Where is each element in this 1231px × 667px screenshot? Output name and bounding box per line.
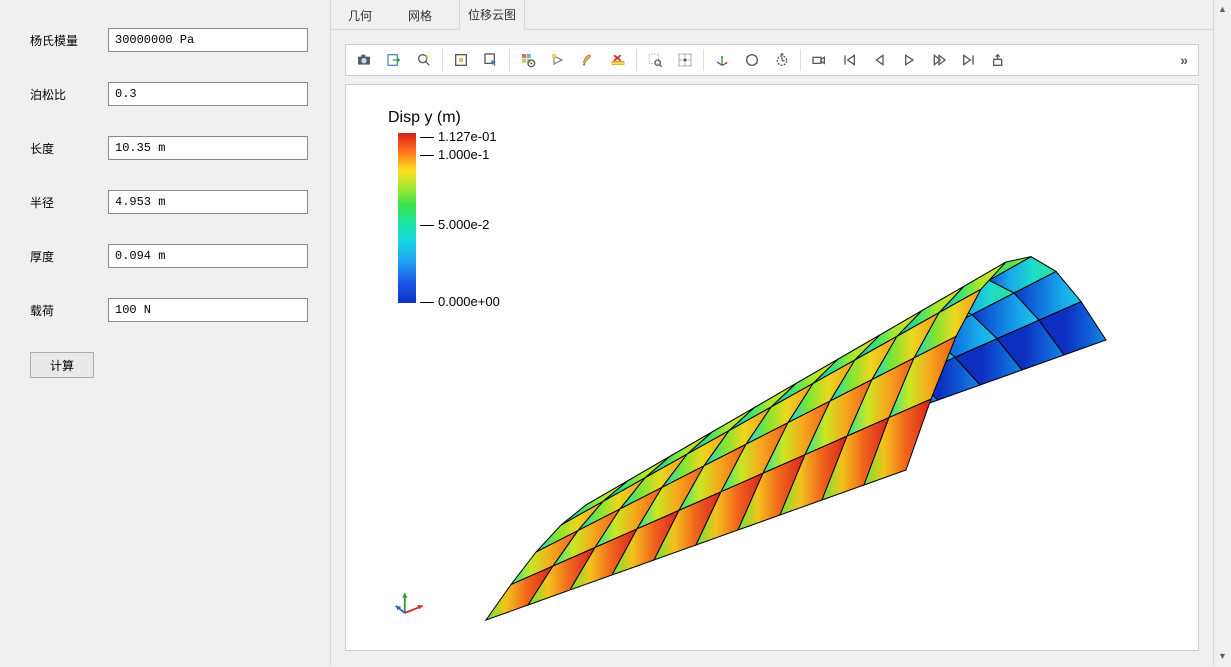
label-load: 载荷 (30, 302, 108, 319)
toolbar-wrap: » (331, 30, 1213, 76)
input-load[interactable] (108, 298, 308, 322)
separator (636, 49, 637, 71)
separator (800, 49, 801, 71)
input-poisson-ratio[interactable] (108, 82, 308, 106)
input-radius[interactable] (108, 190, 308, 214)
tab-bar: 几何 网格 位移云图 (331, 0, 1213, 30)
label-poisson-ratio: 泊松比 (30, 86, 108, 103)
parameters-form: 杨氏模量 泊松比 长度 半径 厚度 载荷 计算 (0, 0, 330, 665)
field-length: 长度 (30, 136, 312, 160)
select-center-icon[interactable] (671, 47, 699, 73)
label-youngs-modulus: 杨氏模量 (30, 32, 108, 49)
app-root: 杨氏模量 泊松比 长度 半径 厚度 载荷 计算 几何 网格 位移云图 (0, 0, 1213, 665)
step-back-icon[interactable] (865, 47, 893, 73)
scroll-up-icon[interactable]: ▲ (1214, 0, 1231, 18)
field-radius: 半径 (30, 190, 312, 214)
viewer-3d[interactable]: Disp y (m) 1.127e-01 1.000e-1 5.000e-2 0… (345, 84, 1199, 651)
field-thickness: 厚度 (30, 244, 312, 268)
toolbar: » (345, 44, 1199, 76)
camera-icon[interactable] (805, 47, 833, 73)
zoom-flash-icon[interactable] (410, 47, 438, 73)
export-icon[interactable] (380, 47, 408, 73)
input-youngs-modulus[interactable] (108, 28, 308, 52)
label-length: 长度 (30, 140, 108, 157)
rotate-axes-icon[interactable] (708, 47, 736, 73)
viewer-wrap: Disp y (m) 1.127e-01 1.000e-1 5.000e-2 0… (331, 76, 1213, 665)
tab-mesh[interactable]: 网格 (399, 0, 441, 30)
select-box-icon[interactable] (447, 47, 475, 73)
scroll-down-icon[interactable]: ▼ (1214, 647, 1231, 665)
skip-last-icon[interactable] (955, 47, 983, 73)
input-length[interactable] (108, 136, 308, 160)
snapshot-icon[interactable] (350, 47, 378, 73)
export-anim-icon[interactable] (985, 47, 1013, 73)
play-icon[interactable] (895, 47, 923, 73)
step-fwd-icon[interactable] (925, 47, 953, 73)
legend-title: Disp y (m) (388, 109, 461, 127)
input-thickness[interactable] (108, 244, 308, 268)
label-radius: 半径 (30, 194, 108, 211)
select-arrow-icon[interactable] (477, 47, 505, 73)
displacement-contour-surface (466, 125, 1166, 645)
orbit-icon[interactable] (738, 47, 766, 73)
timer-icon[interactable] (768, 47, 796, 73)
skip-first-icon[interactable] (835, 47, 863, 73)
axis-triad-icon (394, 586, 430, 622)
window-scrollbar[interactable]: ▲ ▼ (1213, 0, 1231, 665)
tab-displacement-contour[interactable]: 位移云图 (459, 0, 525, 30)
brush-icon[interactable] (574, 47, 602, 73)
right-panel: 几何 网格 位移云图 (330, 0, 1213, 665)
grid-settings-icon[interactable] (514, 47, 542, 73)
separator (703, 49, 704, 71)
field-youngs-modulus: 杨氏模量 (30, 28, 312, 52)
ruler-x-icon[interactable] (604, 47, 632, 73)
separator (442, 49, 443, 71)
lightbulb-icon[interactable] (544, 47, 572, 73)
toolbar-overflow[interactable]: » (1174, 52, 1194, 68)
legend-colorbar (398, 133, 416, 303)
calculate-button[interactable]: 计算 (30, 352, 94, 378)
field-load: 载荷 (30, 298, 312, 322)
field-poisson-ratio: 泊松比 (30, 82, 312, 106)
label-thickness: 厚度 (30, 248, 108, 265)
separator (509, 49, 510, 71)
tab-geometry[interactable]: 几何 (339, 0, 381, 30)
zoom-rect-icon[interactable] (641, 47, 669, 73)
